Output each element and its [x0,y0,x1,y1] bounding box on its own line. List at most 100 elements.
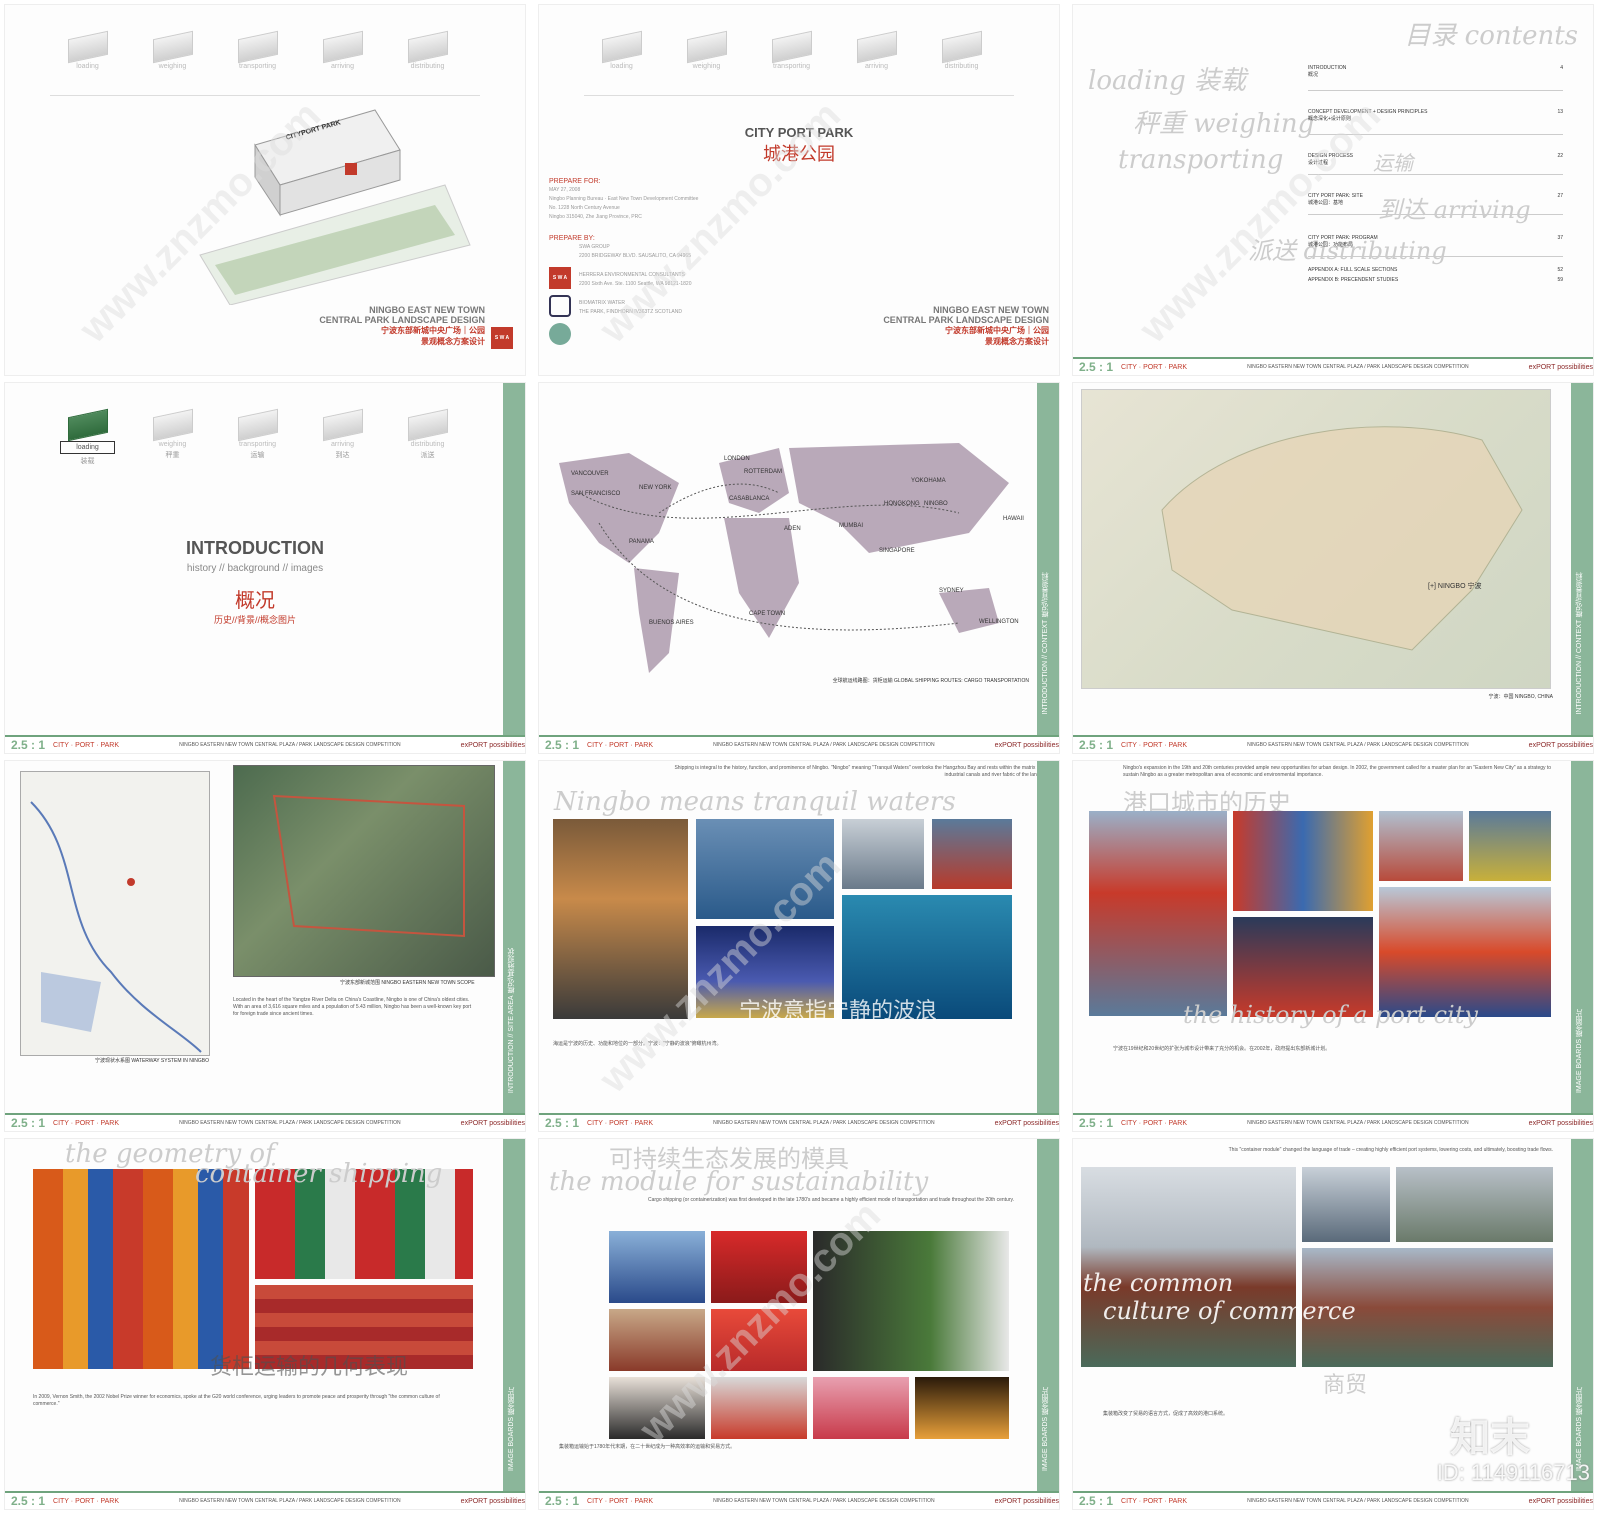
footer-caption: NINGBO EASTERN NEW TOWN CENTRAL PLAZA / … [1247,742,1469,748]
city-label: LONDON [724,456,750,462]
intro-subtitle-cn: 历史//背景//概念图片 [213,615,296,625]
intro-subtitle: history // background // images [186,563,324,574]
item-page: 59 [1557,277,1563,283]
item-page: 4 [1560,65,1563,71]
item-page: 52 [1557,267,1563,273]
step-weighing: weighing [145,30,200,70]
contents-item[interactable]: APPENDIX A: FULL SCALE SECTIONS 52 [1308,267,1563,277]
footer-brand: CITY · PORT · PARK [587,1119,654,1127]
container-ship-photo [1379,887,1551,1017]
step-label: distributing [410,63,445,70]
step-arriving: arriving [315,30,370,70]
city-label: SYDNEY [939,588,964,594]
cover-title-cn-2: 景观概念方案设计 [421,337,485,346]
footer-logo: 2.5 : 1 [1079,360,1114,374]
contents-item[interactable]: CITY PORT PARK: SITE 城港公园：基地 27 [1308,193,1563,215]
city-label: VANCOUVER [571,471,609,477]
city-label: MUMBAI [839,523,863,529]
contents-item[interactable]: INTRODUCTION 概况 4 [1308,65,1563,91]
footer-right: exPORT possibilities [994,741,1059,749]
side-tab: IMAGE BOARDS 概念图片 [503,1139,525,1491]
footer-caption: NINGBO EASTERN NEW TOWN CENTRAL PLAZA / … [713,1120,935,1126]
step-label: arriving [865,63,888,70]
biomatrix-logo [549,323,571,345]
page-footer: 2.5 : 1 CITY · PORT · PARK NINGBO EASTERN … [539,1491,1059,1509]
footer-brand: CITY · PORT · PARK [53,1497,120,1505]
title-line-cn: 宁波东部新城中央广场｜公园 [945,326,1049,335]
tranquil-panel: Shipping is integral to the history, fun… [538,760,1060,1132]
project-title: CITY PORT PARK 城港公园 [539,125,1059,166]
item-page: 13 [1557,109,1563,115]
site-description: Located in the heart of the Yangtze Rive… [233,997,472,1017]
city-label: ROTTERDAM [744,469,782,475]
footer-right: exPORT possibilities [460,1119,525,1127]
footer-caption: NINGBO EASTERN NEW TOWN CENTRAL PLAZA / … [179,1120,401,1126]
title-line: NINGBO EAST NEW TOWN [933,305,1049,315]
footer-logo: 2.5 : 1 [1079,738,1114,752]
footer-right: exPORT possibilities [1528,741,1593,749]
footer-logo: 2.5 : 1 [11,1494,46,1508]
step-weighing: weighing [679,30,734,70]
process-steps: loading 装载 weighing 秤重 transporting 运输 arri… [60,408,455,466]
bay-bridge-photo [696,819,834,919]
side-tab: INTRODUCTION // CONTEXT 概况//背景资料 [1571,383,1593,735]
contents-item[interactable]: DESIGN PROCESS 设计过程 22 [1308,153,1563,175]
date: MAY 27, 2008 [549,187,581,193]
footer-caption: NINGBO EASTERN NEW TOWN CENTRAL PLAZA / … [713,742,935,748]
red-container-photo [711,1231,807,1303]
prepare-by-label: PREPARE BY: [549,235,595,242]
introduction-panel: loading 装载 weighing 秤重 transporting 运输 arri… [4,382,526,754]
prepare-for-label: PREPARE FOR: [549,178,601,185]
client-line: Ningbo Planning Bureau · East New Town D… [549,196,699,202]
step-distributing: distributing [400,30,455,70]
module-cn-text: 集装箱运输始于1780年代末期，在二十世纪成为一种高效率的运输和贸易方式。 [559,1444,736,1450]
side-tab: IMAGE BOARDS 概念图片 [1571,761,1593,1113]
tranquil-text: Shipping is integral to the history, fun… [674,765,1041,778]
contents-item[interactable]: CONCEPT DEVELOPMENT + DESIGN PRINCIPLES 概… [1308,109,1563,135]
item-label: APPENDIX A: FULL SCALE SECTIONS [1308,267,1398,273]
item-sub: 设计过程 [1308,160,1329,166]
commerce-title-2: culture of commerce [1103,1297,1356,1325]
side-tab-label: INTRODUCTION // CONTEXT 概况//背景资料 [1576,572,1583,715]
presentation-grid: loading weighing transporting arriving d… [0,0,1600,1513]
geometry-panel: the geometry of container shipping 货柜运输的… [4,1138,526,1510]
container-housing-photo [609,1231,705,1303]
footer-logo: 2.5 : 1 [545,738,580,752]
item-label: INTRODUCTION [1308,65,1347,71]
bridge-photo [553,819,688,1019]
footer-logo: 2.5 : 1 [1079,1116,1114,1130]
step-loading: loading [60,30,115,70]
footer-right: exPORT possibilities [460,741,525,749]
footer-right: exPORT possibilities [460,1497,525,1505]
side-tab-label: IMAGE BOARDS 概念图片 [1042,1386,1049,1471]
step-label: weighing [158,441,187,448]
contents-item[interactable]: APPENDIX B: PRECENDENT STUDIES 59 [1308,277,1563,287]
contents-item[interactable]: CITY PORT PARK: PROGRAM 城港公园：功能布局 37 [1308,235,1563,257]
step-label: distributing [410,441,445,448]
active-step-frame: loading [60,441,115,454]
swa-logo: S W A [549,267,571,289]
footer-caption: NINGBO EASTERN NEW TOWN CENTRAL PLAZA / … [713,1498,935,1504]
intro-title-block: INTRODUCTION history // background // im… [5,538,505,626]
red-building-photo [711,1309,807,1371]
city-label: PANAMA [629,539,654,545]
port-cranes-photo [1089,811,1227,1016]
project-title-en: CITY PORT PARK [744,125,854,140]
step-cn: 到达 [335,452,350,459]
footer-caption: NINGBO EASTERN NEW TOWN CENTRAL PLAZA / … [1247,1120,1469,1126]
footer-caption: NINGBO EASTERN NEW TOWN CENTRAL PLAZA / … [179,1498,401,1504]
swa-logo: S W A [491,327,513,349]
item-page: 27 [1557,193,1563,199]
footer-right: exPORT possibilities [994,1497,1059,1505]
map-caption: 全球航运线路图：货柜运输 GLOBAL SHIPPING ROUTES: CAR… [832,678,1029,684]
site-panel: 宁波东部新城范围 NINGBO EASTERN NEW TOWN SCOPE L… [4,760,526,1132]
footer-logo: 2.5 : 1 [545,1116,580,1130]
step-label: distributing [944,63,979,70]
step-label: loading [76,63,99,70]
footer-brand: CITY · PORT · PARK [1121,1497,1188,1505]
item-sub: 概况 [1308,72,1319,78]
credit-line: THE PARK, FINDHORN IV363TZ SCOTLAND [579,309,682,315]
container-stack-photo [1233,811,1373,911]
city-label: ADEN [784,526,801,532]
process-steps: loading weighing transporting arriving d… [594,30,989,70]
